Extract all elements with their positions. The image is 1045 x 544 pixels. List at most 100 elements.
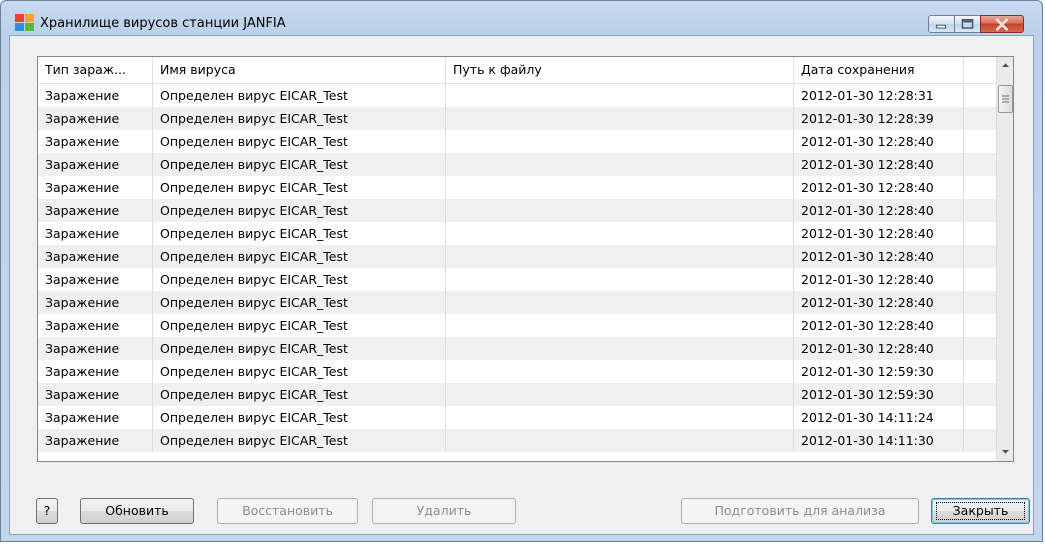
close-dialog-button-label: Закрыть bbox=[952, 503, 1009, 518]
cell-file-path bbox=[446, 268, 794, 291]
virus-vault-table[interactable]: Тип зараж... Имя вируса Путь к файлу Дат… bbox=[37, 56, 1014, 462]
cell-virus-name: Определен вирус EICAR_Test bbox=[153, 314, 446, 337]
cell-type: Заражение bbox=[38, 153, 153, 176]
restore-button[interactable]: Восстановить bbox=[217, 498, 358, 524]
cell-save-date: 2012-01-30 12:28:40 bbox=[794, 130, 964, 153]
table-row[interactable]: Заражение Определен вирус EICAR_Test 2012-… bbox=[38, 153, 996, 176]
cell-type: Заражение bbox=[38, 337, 153, 360]
cell-file-path bbox=[446, 176, 794, 199]
cell-file-path bbox=[446, 222, 794, 245]
dialog-client-area: Тип зараж... Имя вируса Путь к файлу Дат… bbox=[9, 35, 1034, 535]
table-row[interactable]: Заражение Определен вирус EICAR_Test 2012-… bbox=[38, 429, 996, 452]
scroll-down-arrow-icon[interactable] bbox=[997, 443, 1014, 460]
table-row[interactable]: Заражение Определен вирус EICAR_Test 2012-… bbox=[38, 383, 996, 406]
close-dialog-button[interactable]: Закрыть bbox=[931, 498, 1030, 524]
cell-file-path bbox=[446, 360, 794, 383]
column-header-type[interactable]: Тип зараж... bbox=[38, 57, 153, 83]
maximize-icon bbox=[961, 19, 974, 29]
cell-type: Заражение bbox=[38, 176, 153, 199]
table-body: Заражение Определен вирус EICAR_Test 2012-… bbox=[38, 84, 996, 452]
table-row[interactable]: Заражение Определен вирус EICAR_Test 2012-… bbox=[38, 130, 996, 153]
column-header-extra[interactable] bbox=[964, 57, 996, 83]
cell-extra bbox=[964, 268, 996, 291]
table-row[interactable]: Заражение Определен вирус EICAR_Test 2012-… bbox=[38, 337, 996, 360]
cell-file-path bbox=[446, 314, 794, 337]
cell-save-date: 2012-01-30 12:28:40 bbox=[794, 199, 964, 222]
cell-file-path bbox=[446, 429, 794, 452]
cell-extra bbox=[964, 84, 996, 107]
cell-file-path bbox=[446, 406, 794, 429]
cell-virus-name: Определен вирус EICAR_Test bbox=[153, 84, 446, 107]
cell-extra bbox=[964, 360, 996, 383]
close-window-button[interactable] bbox=[980, 15, 1024, 33]
prepare-for-analysis-button[interactable]: Подготовить для анализа bbox=[681, 498, 919, 524]
cell-save-date: 2012-01-30 12:59:30 bbox=[794, 360, 964, 383]
cell-file-path bbox=[446, 383, 794, 406]
table-row[interactable]: Заражение Определен вирус EICAR_Test 2012-… bbox=[38, 245, 996, 268]
cell-file-path bbox=[446, 291, 794, 314]
cell-save-date: 2012-01-30 12:28:40 bbox=[794, 222, 964, 245]
cell-type: Заражение bbox=[38, 406, 153, 429]
cell-extra bbox=[964, 245, 996, 268]
cell-virus-name: Определен вирус EICAR_Test bbox=[153, 176, 446, 199]
column-header-save-date[interactable]: Дата сохранения bbox=[794, 57, 964, 83]
cell-type: Заражение bbox=[38, 268, 153, 291]
column-header-file-path[interactable]: Путь к файлу bbox=[446, 57, 794, 83]
cell-type: Заражение bbox=[38, 429, 153, 452]
delete-button[interactable]: Удалить bbox=[372, 498, 516, 524]
cell-virus-name: Определен вирус EICAR_Test bbox=[153, 383, 446, 406]
cell-save-date: 2012-01-30 12:59:30 bbox=[794, 383, 964, 406]
cell-extra bbox=[964, 429, 996, 452]
cell-extra bbox=[964, 406, 996, 429]
cell-extra bbox=[964, 337, 996, 360]
table-row[interactable]: Заражение Определен вирус EICAR_Test 2012-… bbox=[38, 222, 996, 245]
vertical-scrollbar[interactable] bbox=[996, 57, 1014, 461]
column-header-virus-name[interactable]: Имя вируса bbox=[153, 57, 446, 83]
cell-virus-name: Определен вирус EICAR_Test bbox=[153, 268, 446, 291]
cell-virus-name: Определен вирус EICAR_Test bbox=[153, 291, 446, 314]
cell-type: Заражение bbox=[38, 245, 153, 268]
minimize-button[interactable] bbox=[928, 15, 955, 33]
scroll-up-arrow-icon[interactable] bbox=[997, 57, 1014, 74]
cell-save-date: 2012-01-30 14:11:24 bbox=[794, 406, 964, 429]
window-title: Хранилище вирусов станции JANFIA bbox=[40, 16, 286, 31]
table-row[interactable]: Заражение Определен вирус EICAR_Test 2012-… bbox=[38, 268, 996, 291]
cell-type: Заражение bbox=[38, 130, 153, 153]
cell-virus-name: Определен вирус EICAR_Test bbox=[153, 199, 446, 222]
cell-extra bbox=[964, 107, 996, 130]
maximize-button[interactable] bbox=[954, 15, 981, 33]
table-row[interactable]: Заражение Определен вирус EICAR_Test 2012-… bbox=[38, 314, 996, 337]
table-row[interactable]: Заражение Определен вирус EICAR_Test 2012-… bbox=[38, 84, 996, 107]
cell-save-date: 2012-01-30 12:28:40 bbox=[794, 245, 964, 268]
cell-virus-name: Определен вирус EICAR_Test bbox=[153, 130, 446, 153]
cell-save-date: 2012-01-30 14:11:30 bbox=[794, 429, 964, 452]
grip-icon bbox=[1002, 95, 1009, 103]
table-row[interactable]: Заражение Определен вирус EICAR_Test 2012-… bbox=[38, 360, 996, 383]
cell-save-date: 2012-01-30 12:28:40 bbox=[794, 176, 964, 199]
cell-save-date: 2012-01-30 12:28:40 bbox=[794, 314, 964, 337]
close-icon bbox=[995, 18, 1008, 31]
cell-file-path bbox=[446, 84, 794, 107]
minimize-icon bbox=[935, 24, 947, 29]
cell-virus-name: Определен вирус EICAR_Test bbox=[153, 222, 446, 245]
cell-extra bbox=[964, 153, 996, 176]
title-bar[interactable]: Хранилище вирусов станции JANFIA bbox=[1, 1, 1042, 35]
scrollbar-thumb[interactable] bbox=[998, 85, 1013, 113]
cell-type: Заражение bbox=[38, 383, 153, 406]
cell-extra bbox=[964, 199, 996, 222]
cell-file-path bbox=[446, 153, 794, 176]
table-row[interactable]: Заражение Определен вирус EICAR_Test 2012-… bbox=[38, 107, 996, 130]
cell-virus-name: Определен вирус EICAR_Test bbox=[153, 337, 446, 360]
table-row[interactable]: Заражение Определен вирус EICAR_Test 2012-… bbox=[38, 291, 996, 314]
table-row[interactable]: Заражение Определен вирус EICAR_Test 2012-… bbox=[38, 406, 996, 429]
help-button[interactable]: ? bbox=[36, 498, 58, 524]
table-header: Тип зараж... Имя вируса Путь к файлу Дат… bbox=[38, 57, 996, 84]
cell-save-date: 2012-01-30 12:28:39 bbox=[794, 107, 964, 130]
cell-virus-name: Определен вирус EICAR_Test bbox=[153, 360, 446, 383]
table-row[interactable]: Заражение Определен вирус EICAR_Test 2012-… bbox=[38, 199, 996, 222]
table-row[interactable]: Заражение Определен вирус EICAR_Test 2012-… bbox=[38, 176, 996, 199]
cell-virus-name: Определен вирус EICAR_Test bbox=[153, 107, 446, 130]
refresh-button[interactable]: Обновить bbox=[80, 498, 194, 524]
quarantine-window: Хранилище вирусов станции JANFIA Тип зар… bbox=[0, 0, 1043, 542]
cell-extra bbox=[964, 291, 996, 314]
